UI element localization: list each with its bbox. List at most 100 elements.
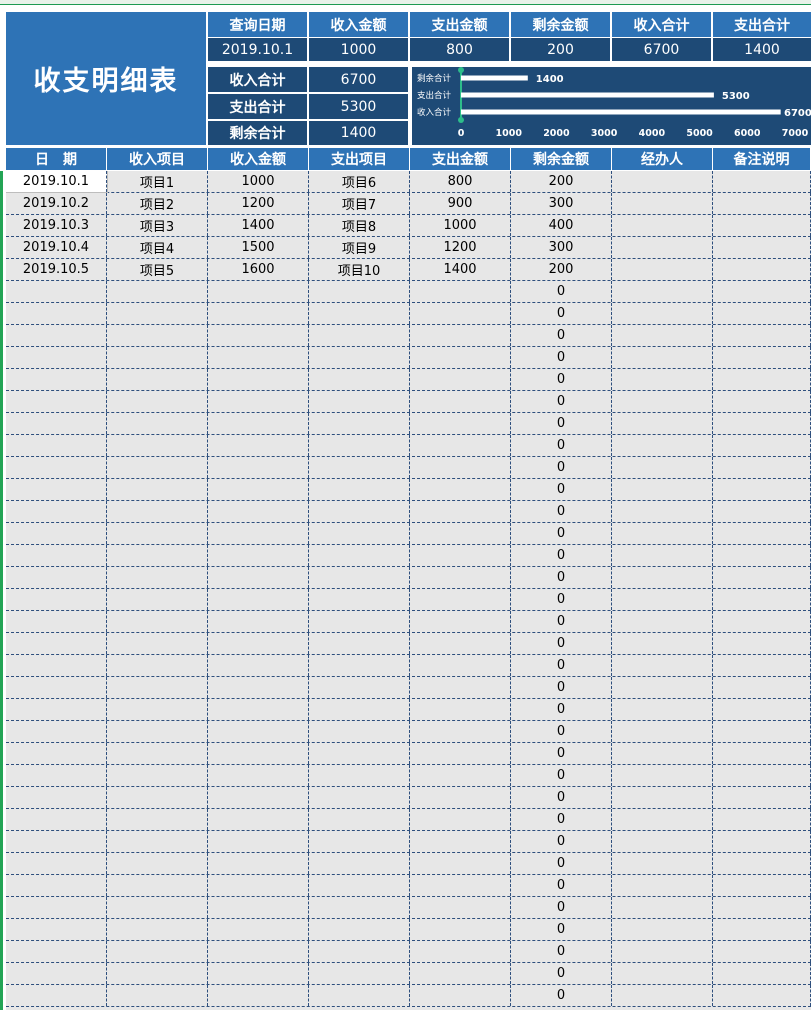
cell-expense-item[interactable] — [309, 941, 410, 962]
cell-handler[interactable] — [612, 413, 713, 434]
cell-remaining-amount[interactable]: 0 — [511, 809, 612, 830]
cell-remaining-amount[interactable]: 0 — [511, 853, 612, 874]
cell-handler[interactable] — [612, 919, 713, 940]
cell-date[interactable] — [6, 303, 107, 324]
cell-income-amount[interactable] — [208, 611, 309, 632]
cell-expense-amount[interactable] — [410, 501, 511, 522]
cell-date[interactable] — [6, 677, 107, 698]
cell-expense-item[interactable] — [309, 919, 410, 940]
cell-income-item[interactable] — [107, 853, 208, 874]
cell-expense-amount[interactable] — [410, 457, 511, 478]
cell-date[interactable] — [6, 743, 107, 764]
cell-remarks[interactable] — [713, 985, 811, 1006]
cell-remarks[interactable] — [713, 457, 811, 478]
cell-remaining-amount[interactable]: 0 — [511, 941, 612, 962]
cell-remaining-amount[interactable]: 0 — [511, 523, 612, 544]
cell-expense-amount[interactable] — [410, 633, 511, 654]
cell-income-item[interactable] — [107, 303, 208, 324]
cell-remarks[interactable] — [713, 545, 811, 566]
cell-remaining-amount[interactable]: 0 — [511, 699, 612, 720]
cell-remarks[interactable] — [713, 347, 811, 368]
cell-remaining-amount[interactable]: 0 — [511, 391, 612, 412]
cell-expense-item[interactable] — [309, 765, 410, 786]
cell-date[interactable] — [6, 787, 107, 808]
cell-date[interactable]: 2019.10.5 — [6, 259, 107, 280]
cell-remaining-amount[interactable]: 0 — [511, 875, 612, 896]
summary-header-query-date[interactable]: 查询日期 — [208, 12, 307, 37]
cell-handler[interactable] — [612, 303, 713, 324]
cell-income-item[interactable] — [107, 435, 208, 456]
cell-expense-item[interactable] — [309, 413, 410, 434]
cell-income-amount[interactable] — [208, 941, 309, 962]
cell-remaining-amount[interactable]: 0 — [511, 721, 612, 742]
column-header-income-amount[interactable]: 收入金额 — [208, 148, 308, 170]
cell-expense-item[interactable] — [309, 523, 410, 544]
totals-label-income[interactable]: 收入合计 — [208, 67, 307, 92]
cell-expense-amount[interactable] — [410, 589, 511, 610]
cell-handler[interactable] — [612, 721, 713, 742]
cell-expense-amount[interactable] — [410, 787, 511, 808]
summary-value-income[interactable]: 1000 — [309, 38, 408, 61]
cell-expense-amount[interactable] — [410, 919, 511, 940]
cell-expense-item[interactable] — [309, 325, 410, 346]
cell-income-item[interactable] — [107, 457, 208, 478]
cell-income-item[interactable] — [107, 721, 208, 742]
cell-expense-amount[interactable] — [410, 413, 511, 434]
summary-header-income[interactable]: 收入金额 — [309, 12, 408, 37]
cell-income-amount[interactable] — [208, 765, 309, 786]
cell-expense-amount[interactable]: 800 — [410, 171, 511, 192]
cell-expense-amount[interactable] — [410, 875, 511, 896]
cell-income-item[interactable] — [107, 655, 208, 676]
cell-expense-amount[interactable] — [410, 391, 511, 412]
cell-expense-amount[interactable] — [410, 655, 511, 676]
cell-income-item[interactable] — [107, 281, 208, 302]
cell-handler[interactable] — [612, 215, 713, 236]
cell-remarks[interactable] — [713, 259, 811, 280]
cell-handler[interactable] — [612, 567, 713, 588]
cell-handler[interactable] — [612, 633, 713, 654]
cell-remarks[interactable] — [713, 655, 811, 676]
cell-date[interactable] — [6, 655, 107, 676]
cell-remaining-amount[interactable]: 400 — [511, 215, 612, 236]
cell-remaining-amount[interactable]: 200 — [511, 259, 612, 280]
cell-handler[interactable] — [612, 193, 713, 214]
cell-income-amount[interactable] — [208, 369, 309, 390]
totals-label-remaining[interactable]: 剩余合计 — [208, 121, 307, 145]
cell-expense-amount[interactable]: 1400 — [410, 259, 511, 280]
cell-income-item[interactable] — [107, 941, 208, 962]
cell-expense-item[interactable] — [309, 457, 410, 478]
cell-expense-amount[interactable] — [410, 941, 511, 962]
cell-expense-item[interactable] — [309, 963, 410, 984]
cell-remaining-amount[interactable]: 0 — [511, 545, 612, 566]
cell-date[interactable] — [6, 633, 107, 654]
cell-expense-item[interactable] — [309, 567, 410, 588]
cell-handler[interactable] — [612, 875, 713, 896]
column-header-remarks[interactable]: 备注说明 — [713, 148, 810, 170]
cell-remarks[interactable] — [713, 281, 811, 302]
cell-income-item[interactable] — [107, 677, 208, 698]
cell-date[interactable]: 2019.10.3 — [6, 215, 107, 236]
cell-income-amount[interactable] — [208, 875, 309, 896]
cell-remaining-amount[interactable]: 300 — [511, 237, 612, 258]
cell-expense-amount[interactable] — [410, 479, 511, 500]
cell-income-amount[interactable]: 1600 — [208, 259, 309, 280]
cell-date[interactable] — [6, 501, 107, 522]
cell-income-item[interactable] — [107, 875, 208, 896]
cell-income-item[interactable] — [107, 413, 208, 434]
summary-value-income-total[interactable]: 6700 — [612, 38, 711, 61]
cell-handler[interactable] — [612, 611, 713, 632]
cell-date[interactable] — [6, 897, 107, 918]
cell-expense-amount[interactable] — [410, 963, 511, 984]
cell-handler[interactable] — [612, 677, 713, 698]
cell-remarks[interactable] — [713, 875, 811, 896]
cell-expense-item[interactable] — [309, 655, 410, 676]
cell-expense-amount[interactable] — [410, 765, 511, 786]
cell-expense-amount[interactable] — [410, 743, 511, 764]
cell-date[interactable] — [6, 325, 107, 346]
cell-handler[interactable] — [612, 435, 713, 456]
cell-remarks[interactable] — [713, 589, 811, 610]
cell-remarks[interactable] — [713, 941, 811, 962]
cell-remarks[interactable] — [713, 611, 811, 632]
cell-handler[interactable] — [612, 963, 713, 984]
cell-handler[interactable] — [612, 765, 713, 786]
